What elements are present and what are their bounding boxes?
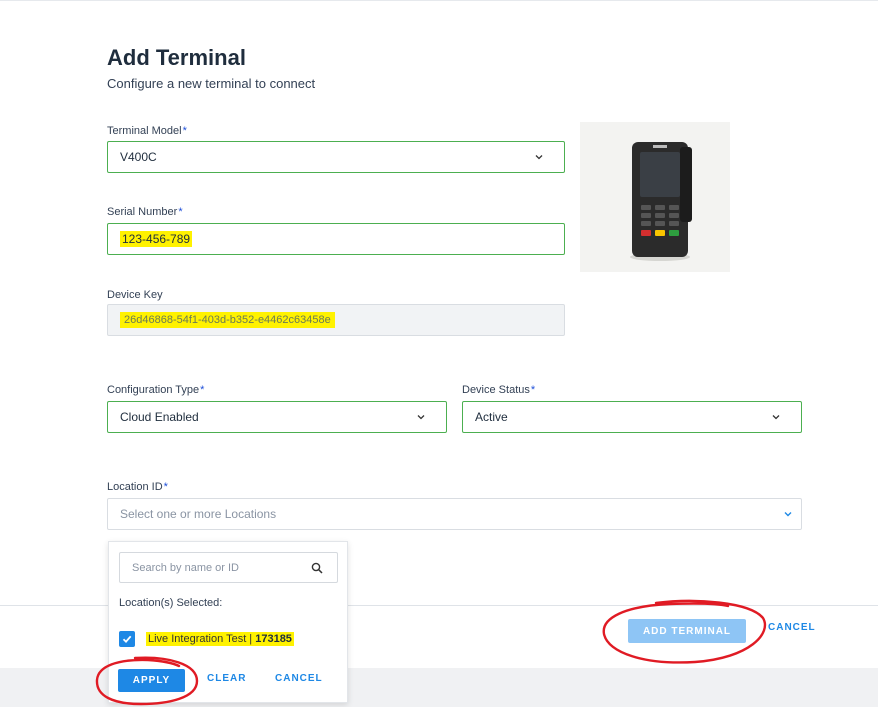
checkbox-checked-icon[interactable] — [119, 631, 135, 647]
add-terminal-button[interactable]: ADD TERMINAL — [628, 619, 746, 643]
terminal-model-value: V400C — [120, 150, 157, 164]
device-key-value: 26d46868-54f1-403d-b352-e4462c63458e — [120, 312, 335, 328]
configuration-type-select[interactable]: Cloud Enabled — [107, 401, 447, 433]
selected-location-name: Live Integration Test | — [148, 633, 256, 645]
payment-terminal-image — [580, 122, 730, 272]
serial-number-label: Serial Number* — [107, 206, 183, 218]
selected-location-item: Live Integration Test | 173185 — [146, 632, 294, 646]
serial-number-value: 123-456-789 — [120, 231, 193, 247]
location-search-input[interactable]: Search by name or ID — [119, 552, 338, 583]
location-id-select[interactable]: Select one or more Locations — [107, 498, 802, 530]
dropdown-cancel-button[interactable]: CANCEL — [275, 673, 323, 684]
device-status-value: Active — [475, 410, 508, 424]
cancel-button[interactable]: CANCEL — [768, 622, 816, 633]
configuration-type-label: Configuration Type* — [107, 384, 205, 396]
location-search-placeholder: Search by name or ID — [132, 561, 239, 574]
chevron-down-icon — [784, 512, 792, 517]
page-title: Add Terminal — [107, 45, 246, 70]
chevron-down-icon — [535, 155, 543, 160]
serial-number-input[interactable]: 123-456-789 — [107, 223, 565, 255]
device-status-select[interactable]: Active — [462, 401, 802, 433]
search-icon — [311, 562, 323, 574]
location-id-placeholder: Select one or more Locations — [120, 507, 277, 521]
location-id-label: Location ID* — [107, 481, 168, 493]
location-dropdown-panel: Search by name or ID Location(s) Selecte… — [108, 541, 348, 703]
device-key-label: Device Key — [107, 289, 163, 301]
page-subtitle: Configure a new terminal to connect — [107, 76, 316, 91]
apply-button[interactable]: APPLY — [118, 669, 185, 692]
terminal-model-label: Terminal Model* — [107, 125, 187, 137]
chevron-down-icon — [772, 415, 780, 420]
clear-button[interactable]: CLEAR — [207, 673, 246, 684]
chevron-down-icon — [417, 415, 425, 420]
device-status-label: Device Status* — [462, 384, 536, 396]
configuration-type-value: Cloud Enabled — [120, 410, 199, 424]
selected-locations-heading: Location(s) Selected: — [119, 597, 223, 609]
selected-location-id: 173185 — [255, 633, 292, 645]
add-terminal-page: Add Terminal Configure a new terminal to… — [0, 0, 878, 707]
terminal-model-select[interactable]: V400C — [107, 141, 565, 173]
device-key-field: 26d46868-54f1-403d-b352-e4462c63458e — [107, 304, 565, 336]
top-divider — [0, 0, 878, 1]
